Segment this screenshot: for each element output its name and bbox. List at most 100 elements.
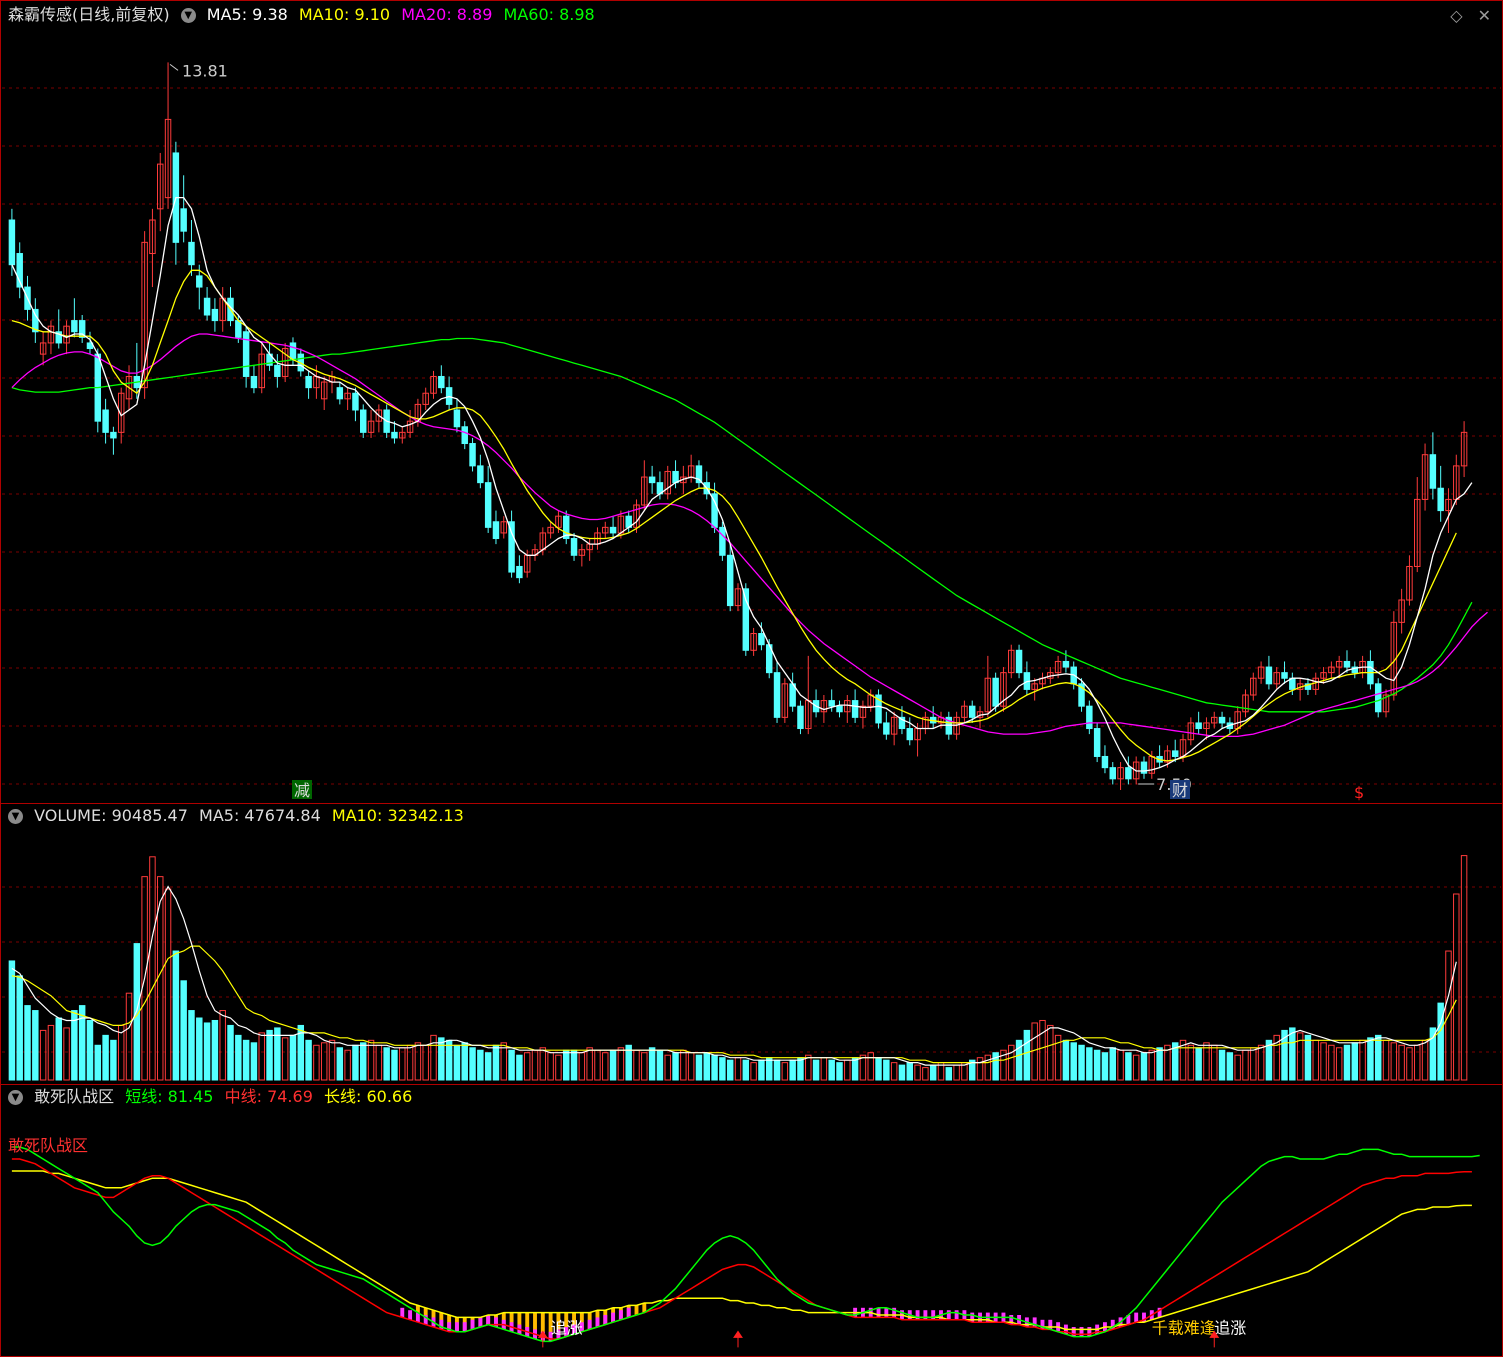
volume-bar: [430, 1034, 437, 1081]
volume-bar: [1390, 1042, 1398, 1081]
volume-bar: [484, 1052, 492, 1081]
volume-bar: [586, 1047, 593, 1081]
volume-bar: [867, 1052, 874, 1081]
volume-bar: [851, 1057, 859, 1081]
volume-bar: [1101, 1052, 1109, 1081]
volume-bar: [508, 1049, 515, 1081]
volume-bar: [1218, 1049, 1226, 1081]
candle-down: [968, 705, 976, 718]
candle-down: [1086, 705, 1093, 730]
volume-bar: [281, 1037, 289, 1081]
candle-down: [484, 482, 492, 528]
volume-bar: [1195, 1047, 1202, 1081]
volume-bar: [875, 1057, 882, 1081]
volume-panel[interactable]: ▼ VOLUME: 90485.47 MA5: 47674.84 MA10: 3…: [2, 804, 1501, 1084]
volume-bar: [1414, 1044, 1421, 1081]
volume-bar: [812, 1059, 820, 1081]
volume-bar: [734, 1057, 742, 1081]
candle-down: [102, 409, 109, 433]
volume-bar: [1226, 1052, 1234, 1081]
volume-bar: [1460, 855, 1468, 1081]
volume-bar: [320, 1042, 328, 1081]
volume-bar: [531, 1049, 539, 1081]
volume-bar: [328, 1039, 336, 1081]
indicator-panel[interactable]: ▼ 敢死队战区 短线: 81.45 中线: 74.69 长线: 60.66 敢死…: [2, 1085, 1501, 1355]
volume-bar: [726, 1059, 734, 1081]
candle-down: [477, 465, 484, 484]
volume-bar: [313, 1044, 320, 1081]
candle-down: [773, 672, 781, 718]
volume-bar: [1304, 1034, 1312, 1081]
zone-label: 敢死队战区: [8, 1136, 88, 1155]
candle-down: [836, 705, 843, 713]
volume-bar: [461, 1042, 468, 1081]
volume-bar: [1421, 1039, 1429, 1081]
volume-bar: [414, 1042, 422, 1081]
volume-bar: [1031, 1022, 1038, 1081]
volume-bar: [477, 1049, 484, 1081]
volume-bar: [1187, 1044, 1195, 1081]
volume-bar: [266, 1029, 273, 1081]
high-label: 13.81: [182, 61, 228, 80]
indicator-chart: 敢死队战区追涨 千载难逢追涨: [8, 1136, 1480, 1348]
candle-down: [352, 392, 359, 411]
volume-bar: [570, 1049, 578, 1081]
candle-down: [1062, 660, 1070, 668]
volume-bar: [1008, 1044, 1015, 1081]
candle-down: [726, 554, 734, 607]
volume-bar: [250, 1042, 258, 1081]
volume-bar: [789, 1059, 796, 1081]
volume-bar: [336, 1047, 344, 1081]
volume-bar: [703, 1052, 711, 1081]
candle-down: [906, 728, 913, 741]
candle-down: [8, 219, 16, 266]
candle-down: [1171, 750, 1179, 757]
volume-bar: [1070, 1042, 1077, 1081]
volume-bar: [547, 1052, 554, 1081]
volume-bar: [1320, 1042, 1327, 1081]
volume-bar: [360, 1042, 367, 1081]
volume-bar: [375, 1044, 383, 1081]
volume-bar: [984, 1054, 992, 1081]
volume-bar: [1148, 1049, 1156, 1081]
ma10-line: [11, 269, 1457, 762]
price-panel[interactable]: 森霸传感(日线,前复权) ▼ MA5: 9.38 MA10: 9.10 MA20…: [2, 0, 1501, 803]
volume-bar: [1093, 1049, 1101, 1081]
volume-bar: [680, 1049, 687, 1081]
candle-down: [851, 700, 859, 718]
volume-chart: [2, 855, 1501, 1081]
jian-marker: 减: [294, 781, 310, 800]
volume-bar: [289, 1034, 297, 1081]
candle-down: [1093, 728, 1101, 757]
candle-down: [110, 431, 117, 439]
volume-bar: [391, 1049, 398, 1081]
volume-bar: [469, 1047, 476, 1081]
volume-bar: [1367, 1037, 1374, 1081]
volume-bar: [78, 1005, 86, 1081]
volume-bar: [1211, 1044, 1218, 1081]
candle-down: [992, 677, 999, 707]
candle-down: [828, 700, 835, 707]
volume-bar: [164, 888, 172, 1081]
volume-bar: [781, 1062, 789, 1081]
volume-bar: [16, 975, 23, 1081]
volume-bar: [438, 1037, 445, 1081]
volume-bar: [367, 1039, 375, 1081]
volume-bar: [523, 1052, 531, 1081]
volume-bar: [1086, 1047, 1093, 1081]
volume-bar: [1257, 1044, 1265, 1081]
candle-down: [1374, 683, 1382, 713]
volume-bar: [188, 1010, 195, 1081]
volume-bar: [742, 1059, 750, 1081]
candle-down: [1015, 649, 1023, 674]
up-arrow-icon: [537, 1330, 548, 1348]
volume-bar: [399, 1047, 406, 1081]
volume-bar: [1062, 1039, 1070, 1081]
candle-down: [570, 538, 578, 556]
volume-bar: [1398, 1044, 1405, 1081]
candle-down: [196, 275, 203, 288]
volume-bar: [86, 1019, 94, 1081]
candle-down: [188, 241, 195, 266]
dollar-marker: $: [1354, 783, 1364, 802]
volume-bar: [797, 1057, 804, 1081]
